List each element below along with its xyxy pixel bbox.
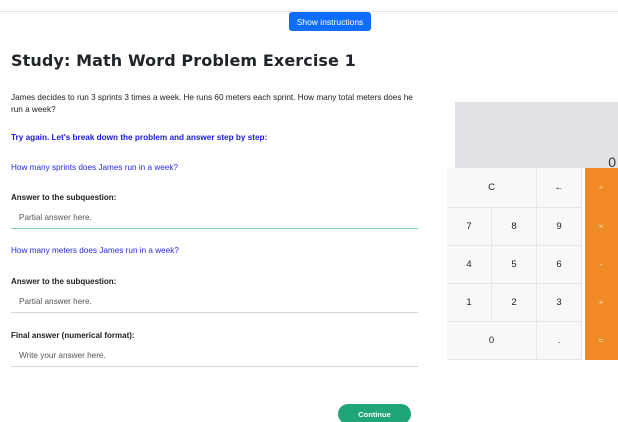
calculator-keypad: C ← ÷ 7 8 9 × 4 5 6 - 1 2 3 + 0 . =: [447, 168, 618, 360]
key-5[interactable]: 5: [492, 246, 537, 284]
key-1[interactable]: 1: [447, 284, 492, 322]
key-0[interactable]: 0: [447, 322, 537, 360]
try-again-prompt: Try again. Let's break down the problem …: [11, 133, 268, 142]
backspace-key[interactable]: ←: [537, 168, 582, 208]
key-8[interactable]: 8: [492, 208, 537, 246]
decimal-key[interactable]: .: [537, 322, 582, 360]
equals-key[interactable]: =: [585, 322, 618, 360]
subquestion-2-label: Answer to the subquestion:: [11, 277, 117, 286]
key-2[interactable]: 2: [492, 284, 537, 322]
calculator: 0 C ← ÷ 7 8 9 × 4 5 6 - 1 2 3 + 0 . =: [447, 102, 618, 360]
final-answer-input[interactable]: [11, 345, 418, 367]
page-title: Study: Math Word Problem Exercise 1: [11, 51, 356, 70]
calculator-display: 0: [455, 102, 618, 170]
continue-button[interactable]: Continue: [338, 404, 411, 422]
key-4[interactable]: 4: [447, 246, 492, 284]
subtract-key[interactable]: -: [585, 246, 618, 284]
subquestion-2-text: How many meters does James run in a week…: [11, 246, 179, 255]
subquestion-1-text: How many sprints does James run in a wee…: [11, 163, 179, 172]
key-7[interactable]: 7: [447, 208, 492, 246]
final-answer-label: Final answer (numerical format):: [11, 331, 135, 340]
subquestion-1-input[interactable]: [11, 207, 418, 229]
add-key[interactable]: +: [585, 284, 618, 322]
key-3[interactable]: 3: [537, 284, 582, 322]
divide-key[interactable]: ÷: [585, 168, 618, 208]
key-9[interactable]: 9: [537, 208, 582, 246]
multiply-key[interactable]: ×: [585, 208, 618, 246]
subquestion-2-input[interactable]: [11, 291, 418, 313]
key-6[interactable]: 6: [537, 246, 582, 284]
subquestion-1-label: Answer to the subquestion:: [11, 193, 117, 202]
show-instructions-button[interactable]: Show instructions: [289, 12, 371, 31]
problem-statement: James decides to run 3 sprints 3 times a…: [11, 93, 413, 114]
clear-key[interactable]: C: [447, 168, 537, 208]
